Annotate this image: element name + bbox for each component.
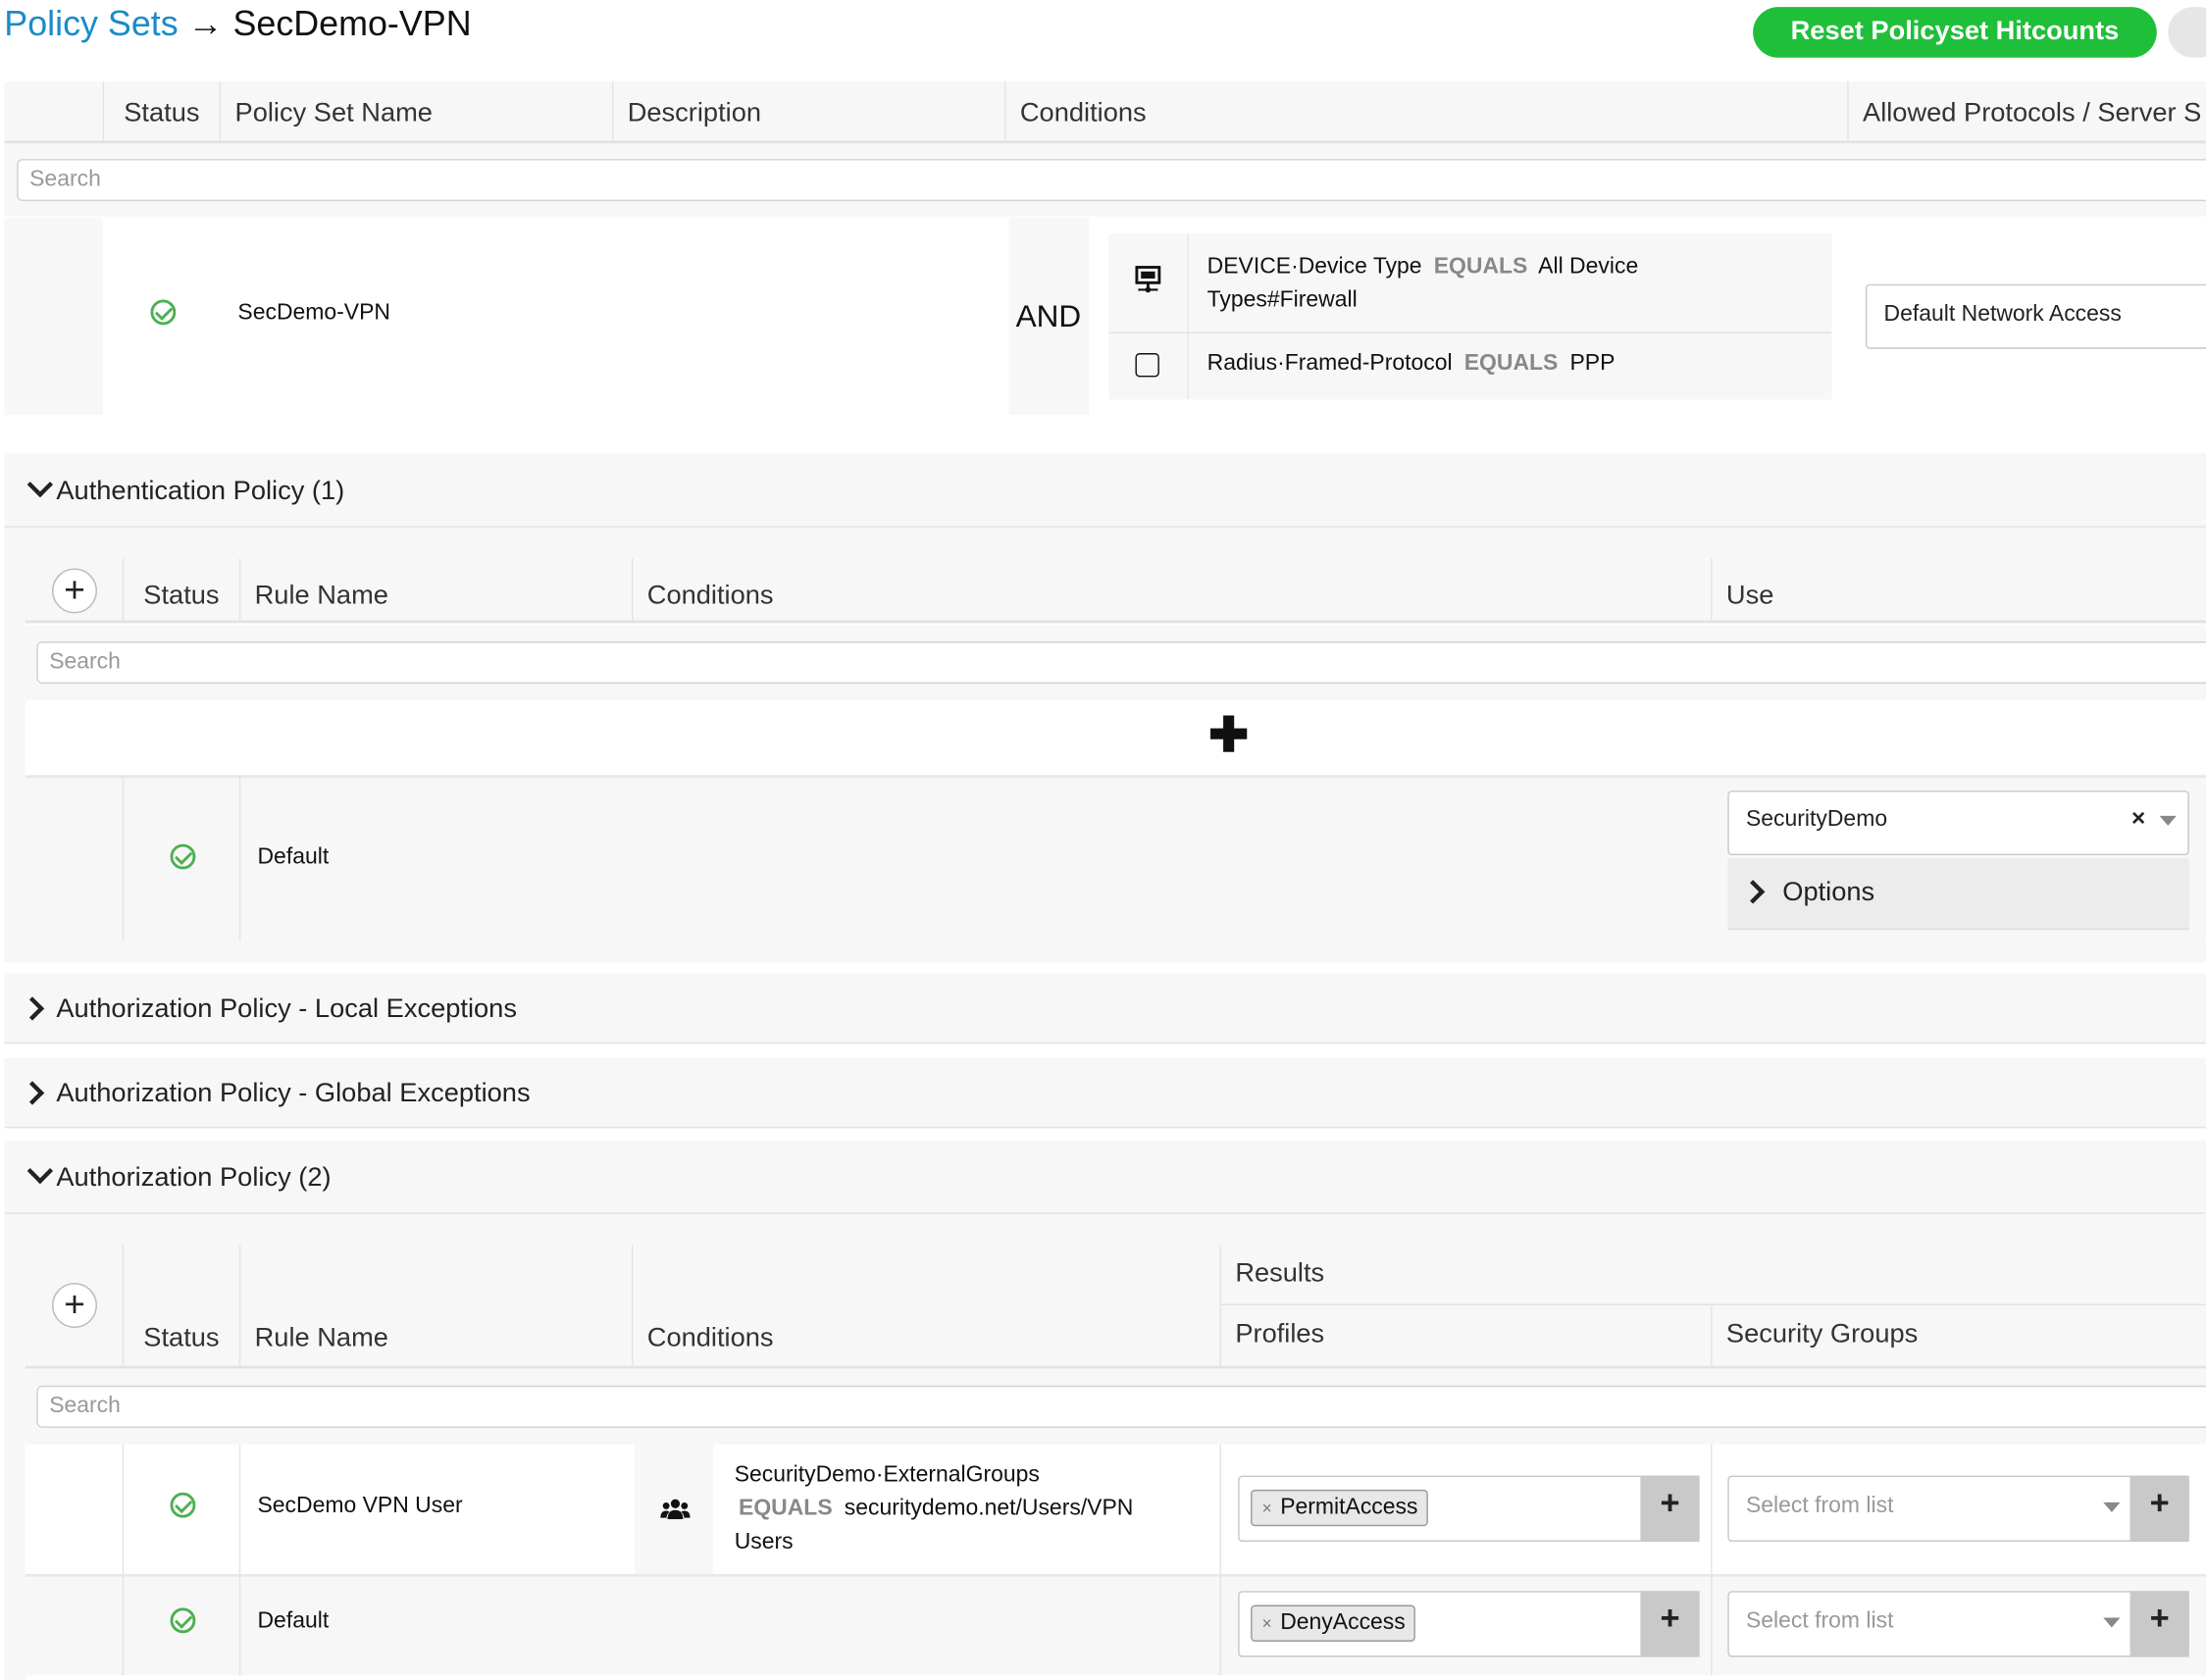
policy-set-search-input[interactable]: Search xyxy=(17,159,2206,202)
dropdown-caret-icon[interactable] xyxy=(2103,1617,2121,1628)
security-group-select[interactable]: Select from list xyxy=(1727,1475,2189,1542)
condition-framed-protocol[interactable]: Radius·Framed-Protocol EQUALS PPP xyxy=(1207,352,1616,378)
global-exceptions-title[interactable]: Authorization Policy - Global Exceptions xyxy=(56,1079,530,1110)
add-security-group-button[interactable]: + xyxy=(2129,1591,2189,1657)
authz-rule-status-icon[interactable] xyxy=(170,1492,196,1518)
remove-tag-icon[interactable]: × xyxy=(1262,1491,1272,1524)
col-status[interactable]: Status xyxy=(124,98,199,129)
authz-col-conditions[interactable]: Conditions xyxy=(647,1324,774,1355)
authz-rule-status-icon[interactable] xyxy=(170,1607,196,1634)
authentication-policy-title[interactable]: Authentication Policy (1) xyxy=(56,477,344,508)
add-auth-rule-button[interactable]: + xyxy=(52,568,97,614)
options-toggle[interactable]: Options xyxy=(1727,857,2189,931)
dropdown-caret-icon[interactable] xyxy=(2103,1502,2121,1512)
reset-policyset-hitcounts-button[interactable]: Reset Policyset Hitcounts xyxy=(1753,7,2157,58)
auth-search-input[interactable]: Search xyxy=(36,641,2206,685)
col-allowed-protocols[interactable]: Allowed Protocols / Server S xyxy=(1863,98,2201,129)
checkbox-icon xyxy=(1135,353,1159,378)
authz-col-rule-name[interactable]: Rule Name xyxy=(255,1324,388,1355)
authz-col-status[interactable]: Status xyxy=(143,1324,219,1355)
profile-tag[interactable]: × PermitAccess xyxy=(1251,1489,1428,1527)
security-group-select[interactable]: Select from list xyxy=(1727,1591,2189,1657)
allowed-protocols-select[interactable]: Default Network Access xyxy=(1865,283,2206,349)
profile-tag[interactable]: × DenyAccess xyxy=(1251,1604,1415,1642)
auth-col-conditions[interactable]: Conditions xyxy=(647,581,774,612)
authz-col-results: Results xyxy=(1235,1258,1325,1289)
auth-col-use[interactable]: Use xyxy=(1726,581,1773,612)
col-policy-set-name[interactable]: Policy Set Name xyxy=(235,98,433,129)
auth-rule-status-icon[interactable] xyxy=(170,843,196,870)
chevron-right-icon xyxy=(1740,880,1766,904)
authz-rule-name[interactable]: SecDemo VPN User xyxy=(257,1494,462,1519)
add-profile-button[interactable]: + xyxy=(1640,1591,1700,1657)
authz-col-profiles[interactable]: Profiles xyxy=(1235,1319,1324,1350)
breadcrumb-policy-sets-link[interactable]: Policy Sets xyxy=(4,4,178,43)
authz-profile-select[interactable]: × DenyAccess xyxy=(1238,1591,1700,1657)
breadcrumb: Policy Sets → SecDemo-VPN xyxy=(4,4,471,45)
add-profile-button[interactable]: + xyxy=(1640,1475,1700,1542)
authz-col-security-groups[interactable]: Security Groups xyxy=(1726,1319,1918,1350)
local-exceptions-title[interactable]: Authorization Policy - Local Exceptions xyxy=(56,994,517,1026)
breadcrumb-arrow-icon: → xyxy=(187,4,224,44)
add-security-group-button[interactable]: + xyxy=(2129,1475,2189,1542)
col-description[interactable]: Description xyxy=(628,98,761,129)
add-condition-plus-icon[interactable]: ✚ xyxy=(1208,707,1249,763)
authz-profile-select[interactable]: × PermitAccess xyxy=(1238,1475,1700,1542)
dropdown-caret-icon[interactable] xyxy=(2159,815,2177,826)
col-conditions[interactable]: Conditions xyxy=(1020,98,1147,129)
breadcrumb-current: SecDemo-VPN xyxy=(232,4,472,44)
auth-col-rule-name[interactable]: Rule Name xyxy=(255,581,388,612)
clear-icon[interactable]: × xyxy=(2131,804,2145,833)
and-operator: AND xyxy=(1015,298,1082,333)
user-group-icon xyxy=(660,1497,692,1522)
condition-device-type[interactable]: DEVICE·Device Type EQUALS All Device Typ… xyxy=(1207,250,1813,318)
device-icon xyxy=(1134,265,1162,296)
identity-source-select[interactable]: SecurityDemo × xyxy=(1727,790,2189,856)
overflow-button[interactable] xyxy=(2168,7,2206,58)
auth-col-status[interactable]: Status xyxy=(143,581,219,612)
authz-rule-name[interactable]: Default xyxy=(257,1609,329,1635)
remove-tag-icon[interactable]: × xyxy=(1262,1606,1272,1640)
auth-rule-name[interactable]: Default xyxy=(257,845,329,871)
status-enabled-icon[interactable] xyxy=(150,299,177,326)
add-authz-rule-button[interactable]: + xyxy=(52,1283,97,1328)
authz-search-input[interactable]: Search xyxy=(36,1385,2206,1428)
authz-rule-condition[interactable]: SecurityDemo·ExternalGroups EQUALS secur… xyxy=(735,1458,1213,1559)
authorization-policy-title[interactable]: Authorization Policy (2) xyxy=(56,1163,331,1195)
policy-set-name[interactable]: SecDemo-VPN xyxy=(237,301,390,327)
